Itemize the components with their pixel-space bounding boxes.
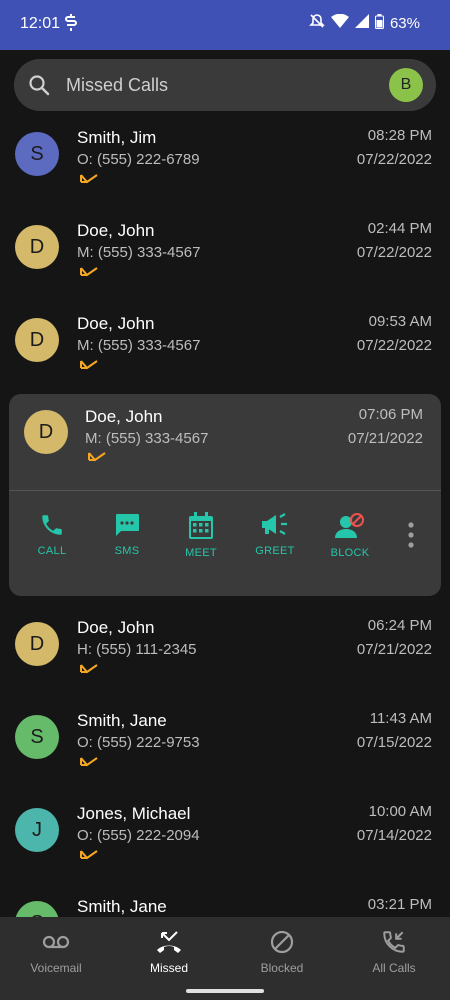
contact-avatar: D (15, 318, 59, 362)
search-bar[interactable]: B (14, 59, 436, 111)
sms-label: SMS (114, 545, 140, 557)
missed-call-icon (87, 451, 107, 470)
call-row[interactable]: S Smith, Jane 03:21 PM (0, 886, 450, 917)
call-time: 10:00 AM (368, 803, 432, 820)
contact-number: M: (555) 333-4567 (85, 430, 209, 447)
wifi-icon (330, 13, 349, 32)
call-date: 07/22/2022 (356, 337, 432, 354)
blocked-icon (226, 929, 338, 955)
contact-avatar: D (15, 622, 59, 666)
contact-avatar: J (15, 808, 59, 852)
divider (9, 490, 441, 491)
block-user-icon (320, 512, 380, 540)
action-bar: CALL SMS MEET GREET BLOCK (9, 512, 441, 572)
missed-call-icon (79, 173, 99, 192)
contact-name: Doe, John (85, 407, 163, 426)
call-date: 07/22/2022 (356, 244, 432, 261)
call-date: 07/15/2022 (356, 734, 432, 751)
meet-button[interactable]: MEET (171, 512, 231, 559)
home-indicator[interactable] (186, 989, 264, 993)
sms-button[interactable]: SMS (97, 512, 157, 557)
expanded-call-card[interactable]: D Doe, John M: (555) 333-4567 07:06 PM 0… (9, 394, 441, 596)
call-row[interactable]: S Smith, Jane O: (555) 222-9753 11:43 AM… (0, 700, 450, 793)
nav-missed-label: Missed (149, 961, 188, 975)
call-row[interactable]: D Doe, John M: (555) 333-4567 09:53 AM 0… (0, 297, 450, 390)
call-time: 08:28 PM (367, 127, 432, 144)
nav-all-calls[interactable]: All Calls (338, 929, 450, 975)
call-label: CALL (37, 545, 67, 557)
contact-number: O: (555) 222-6789 (77, 151, 200, 168)
block-label: BLOCK (330, 547, 370, 559)
nav-missed[interactable]: Missed (113, 929, 225, 975)
contact-number: H: (555) 111-2345 (77, 641, 197, 658)
call-row[interactable]: J Jones, Michael O: (555) 222-2094 10:00… (0, 793, 450, 886)
search-icon[interactable] (28, 74, 50, 101)
contact-avatar: D (15, 225, 59, 269)
contact-name: Smith, Jane (77, 711, 167, 730)
call-time: 06:24 PM (367, 617, 432, 634)
calendar-icon (171, 512, 231, 540)
nav-voicemail-label: Voicemail (30, 961, 82, 975)
call-date: 07/21/2022 (347, 430, 423, 447)
contact-name: Doe, John (77, 618, 155, 637)
missed-call-nav-icon (113, 929, 225, 955)
call-date: 07/14/2022 (356, 827, 432, 844)
greet-label: GREET (255, 545, 295, 557)
contact-name: Doe, John (77, 221, 155, 240)
bottom-navigation: Voicemail Missed Blocked All Calls (0, 917, 450, 1000)
nav-blocked[interactable]: Blocked (226, 929, 338, 975)
nav-all-calls-label: All Calls (372, 961, 416, 975)
bell-off-icon (309, 13, 325, 33)
meet-label: MEET (185, 547, 217, 559)
phone-icon (22, 512, 82, 538)
status-bar: 12:01 63% (0, 0, 450, 50)
voicemail-icon (0, 929, 112, 955)
call-time: 03:21 PM (367, 896, 432, 913)
contact-avatar: S (15, 132, 59, 176)
contact-number: M: (555) 333-4567 (77, 337, 201, 354)
call-button[interactable]: CALL (22, 512, 82, 557)
contact-number: O: (555) 222-2094 (77, 827, 200, 844)
more-options-icon[interactable] (399, 520, 423, 550)
battery-icon (374, 13, 384, 33)
missed-call-icon (79, 756, 99, 775)
contact-avatar: S (15, 715, 59, 759)
call-date: 07/22/2022 (356, 151, 432, 168)
contact-name: Smith, Jane (77, 897, 167, 916)
profile-avatar[interactable]: B (389, 68, 423, 102)
call-row[interactable]: D Doe, John M: (555) 333-4567 02:44 PM 0… (0, 204, 450, 297)
missed-call-icon (79, 849, 99, 868)
sms-icon (97, 512, 157, 538)
block-button[interactable]: BLOCK (320, 512, 380, 559)
all-calls-icon (338, 929, 450, 955)
call-time: 02:44 PM (367, 220, 432, 237)
missed-call-icon (79, 266, 99, 285)
contact-avatar: D (24, 410, 68, 454)
status-time: 12:01 (20, 15, 61, 32)
battery-percent: 63% (389, 14, 420, 32)
sync-icon (64, 14, 78, 37)
contact-name: Jones, Michael (77, 804, 191, 823)
missed-call-icon (79, 359, 99, 378)
search-input[interactable] (66, 74, 366, 96)
megaphone-icon (245, 512, 305, 538)
contact-number: M: (555) 333-4567 (77, 244, 201, 261)
nav-blocked-label: Blocked (260, 961, 304, 975)
contact-name: Smith, Jim (77, 128, 157, 147)
missed-call-icon (79, 663, 99, 682)
call-time: 07:06 PM (358, 406, 423, 423)
contact-avatar: S (15, 901, 59, 917)
call-row[interactable]: S Smith, Jim O: (555) 222-6789 08:28 PM … (0, 111, 450, 204)
call-date: 07/21/2022 (356, 641, 432, 658)
call-row[interactable]: D Doe, John H: (555) 111-2345 06:24 PM 0… (0, 607, 450, 700)
signal-icon (354, 14, 369, 32)
status-icons: 63% (309, 13, 420, 33)
greet-button[interactable]: GREET (245, 512, 305, 557)
call-time: 11:43 AM (369, 710, 432, 727)
call-time: 09:53 AM (368, 313, 432, 330)
nav-voicemail[interactable]: Voicemail (0, 929, 112, 975)
contact-name: Doe, John (77, 314, 155, 333)
contact-number: O: (555) 222-9753 (77, 734, 200, 751)
